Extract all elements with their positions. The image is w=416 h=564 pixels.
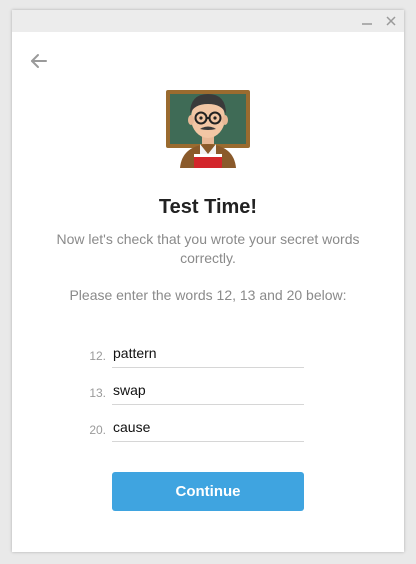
minimize-icon xyxy=(362,23,372,25)
arrow-left-icon xyxy=(31,54,47,68)
word-number: 20. xyxy=(89,423,106,437)
word-number: 13. xyxy=(89,386,106,400)
prompt-text: Please enter the words 12, 13 and 20 bel… xyxy=(69,287,347,303)
word-13-input[interactable] xyxy=(112,379,304,405)
close-icon xyxy=(386,16,396,26)
title-bar xyxy=(12,10,404,32)
word-field-row: 13. xyxy=(82,377,304,407)
continue-button[interactable]: Continue xyxy=(112,472,304,511)
instructions-text: Now let's check that you wrote your secr… xyxy=(56,231,360,266)
word-12-input[interactable] xyxy=(112,342,304,368)
teacher-illustration xyxy=(164,80,252,168)
word-number: 12. xyxy=(89,349,106,363)
teacher-at-chalkboard-icon xyxy=(166,90,250,168)
dialog-window: Test Time! Now let's check that you wrot… xyxy=(12,10,404,552)
close-button[interactable] xyxy=(380,10,402,32)
page-title: Test Time! xyxy=(158,196,258,218)
back-button[interactable] xyxy=(28,50,50,72)
word-field-row: 20. xyxy=(82,414,304,444)
word-20-input[interactable] xyxy=(112,416,304,442)
minimize-button[interactable] xyxy=(356,10,378,32)
word-field-row: 12. xyxy=(82,340,304,370)
